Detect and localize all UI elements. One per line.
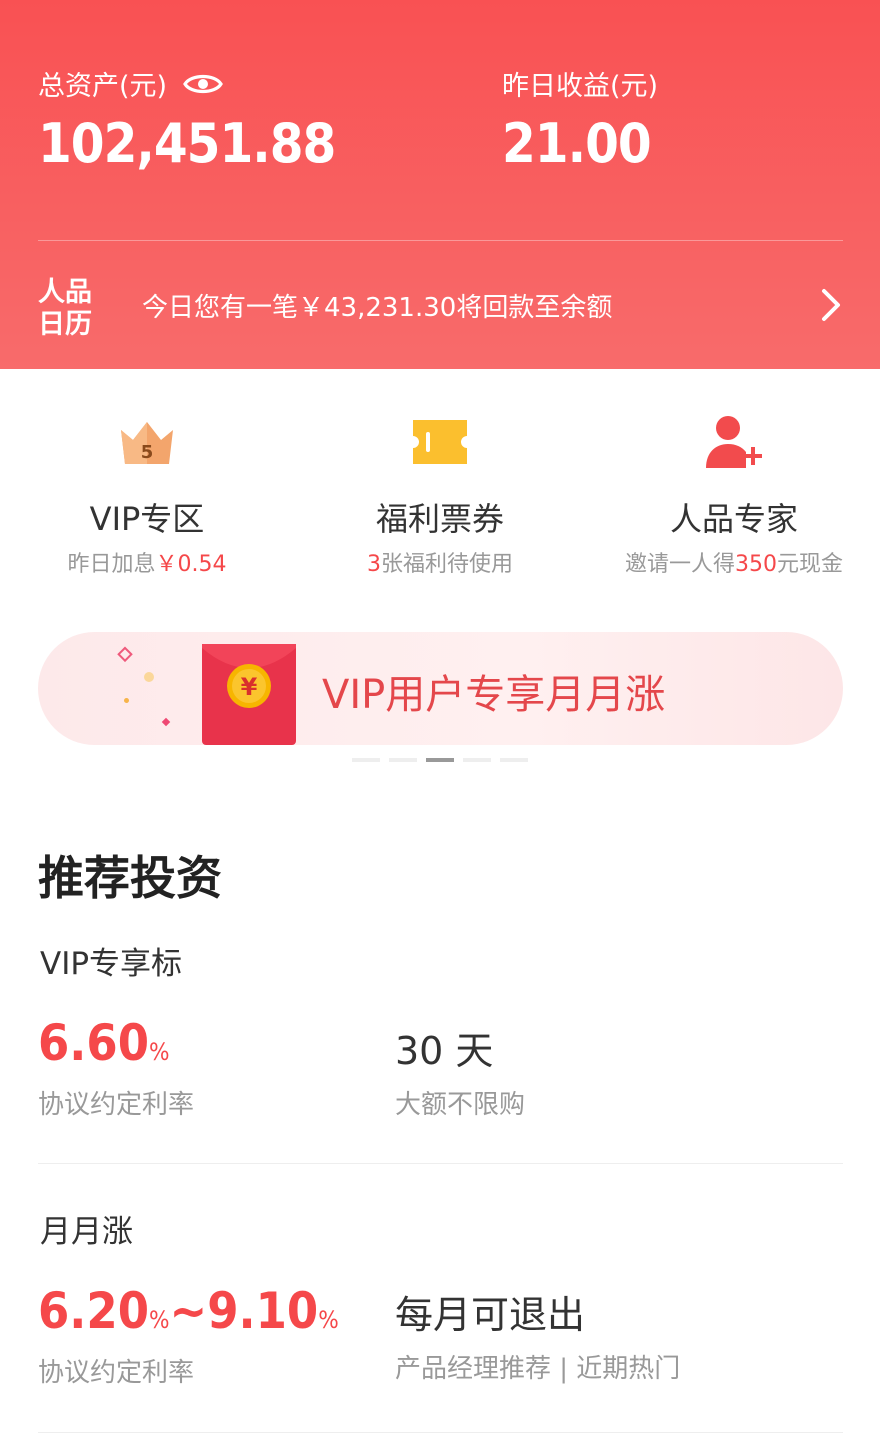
entry-subtitle: 3张福利待使用 (366, 552, 513, 577)
product-tag: 月月涨 (38, 1206, 135, 1251)
product-rate-label: 协议约定利率 (38, 1358, 195, 1388)
total-assets-label: 总资产(元) (38, 64, 223, 103)
product-card-vip[interactable]: VIP专享标 6.60% 协议约定利率 30 天 大额不限购 (38, 938, 843, 1148)
entry-title: VIP专区 (89, 500, 205, 538)
entry-welfare-tickets[interactable]: 福利票券 3张福利待使用 (290, 410, 590, 578)
product-divider (38, 1163, 843, 1164)
entry-subtitle: 昨日加息￥0.54 (67, 552, 227, 577)
yesterday-income-label: 昨日收益(元) (502, 71, 659, 102)
total-assets-value: 102,451.88 (38, 112, 336, 175)
entry-referral-expert[interactable]: 人品专家 邀请一人得350元现金 (584, 410, 880, 578)
banner-text: VIP用户专享月月涨 (322, 672, 666, 718)
dot-decoration (144, 672, 154, 682)
quick-entries: 5 VIP专区 昨日加息￥0.54 福利票券 3张福利待使用 人品专家 邀请一人… (0, 410, 880, 580)
carousel-dot[interactable] (352, 758, 380, 762)
product-rate: 6.20%~9.10% (38, 1282, 339, 1340)
product-term-label: 大额不限购 (395, 1090, 526, 1120)
product-tag: VIP专享标 (38, 938, 185, 983)
header-divider (38, 240, 843, 241)
carousel-dot-active[interactable] (426, 758, 454, 762)
ticket-icon (413, 420, 467, 464)
product-term: 每月可退出 (395, 1293, 586, 1337)
svg-text:日历: 日历 (38, 309, 92, 337)
yesterday-income-value: 21.00 (502, 112, 652, 175)
red-envelope-icon: ¥ (202, 644, 296, 745)
product-rate: 6.60% (38, 1014, 170, 1072)
product-card-monthly[interactable]: 月月涨 6.20%~9.10% 协议约定利率 每月可退出 产品经理推荐 | 近期… (38, 1206, 843, 1416)
promo-banner[interactable]: ¥ VIP用户专享月月涨 (38, 632, 843, 745)
eye-icon[interactable] (183, 71, 223, 97)
asset-header: 总资产(元) 102,451.88 昨日收益(元) 21.00 人品 日历 今日… (0, 0, 880, 369)
add-user-icon (706, 416, 762, 468)
diamond-decoration (117, 646, 133, 663)
chevron-right-icon (822, 289, 840, 321)
carousel-dot[interactable] (463, 758, 491, 762)
carousel-indicator (352, 758, 528, 762)
calendar-logo: 人品 日历 (38, 277, 92, 337)
svg-text:¥: ¥ (241, 673, 258, 701)
product-term: 30 天 (395, 1029, 494, 1073)
product-divider (38, 1432, 843, 1433)
carousel-dot[interactable] (389, 758, 417, 762)
entry-title: 人品专家 (669, 500, 798, 538)
calendar-message: 今日您有一笔￥43,231.30将回款至余额 (142, 292, 613, 323)
entry-vip-zone[interactable]: 5 VIP专区 昨日加息￥0.54 (0, 410, 297, 578)
entry-title: 福利票券 (375, 500, 504, 538)
calendar-notice[interactable]: 人品 日历 今日您有一笔￥43,231.30将回款至余额 (38, 270, 843, 340)
svg-text:5: 5 (141, 442, 154, 463)
product-rate-label: 协议约定利率 (38, 1090, 195, 1120)
entry-subtitle: 邀请一人得350元现金 (624, 552, 844, 577)
product-term-label: 产品经理推荐 | 近期热门 (395, 1354, 681, 1384)
crown-icon: 5 (121, 422, 173, 464)
diamond-decoration (161, 717, 171, 727)
dot-decoration (124, 698, 129, 703)
section-title: 推荐投资 (38, 851, 222, 905)
svg-text:人品: 人品 (38, 277, 92, 308)
carousel-dot[interactable] (500, 758, 528, 762)
